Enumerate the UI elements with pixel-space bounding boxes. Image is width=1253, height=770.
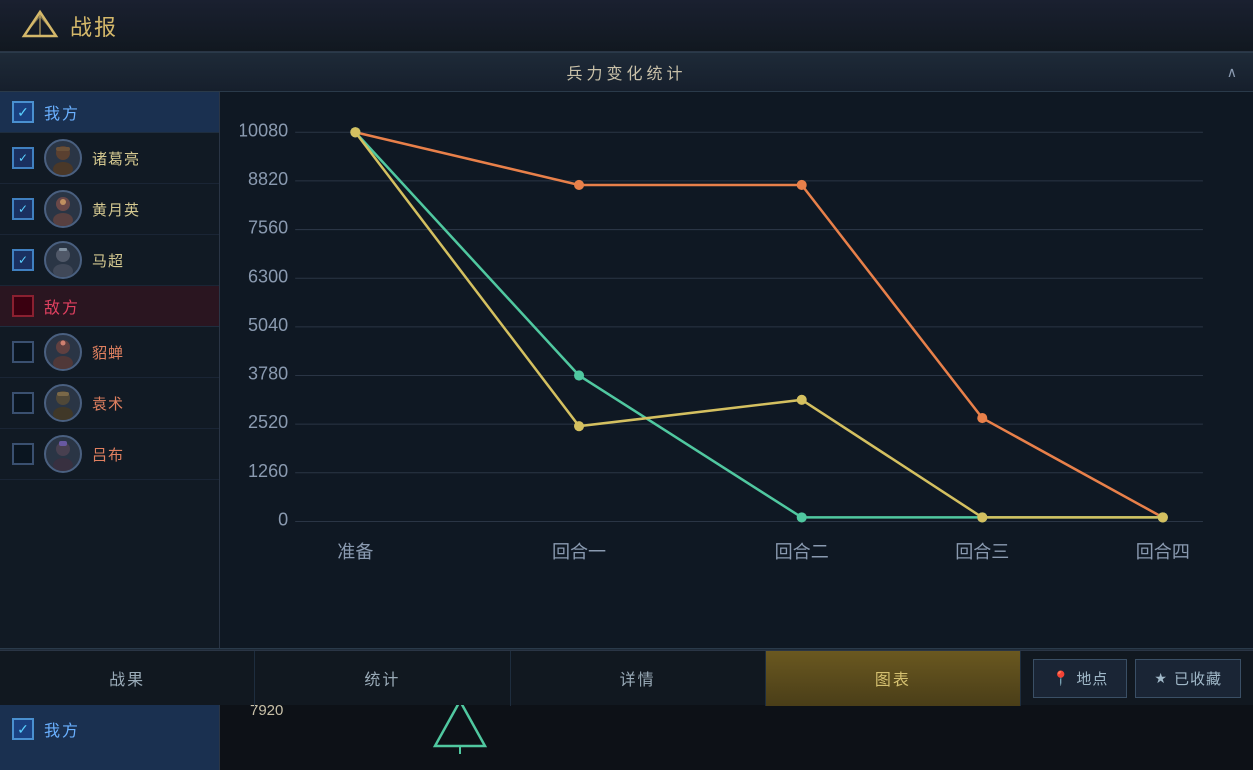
svg-text:5040: 5040: [248, 315, 288, 335]
avatar-diaocan: [44, 333, 82, 371]
char-row-machao[interactable]: 马超: [0, 235, 219, 286]
svg-text:回合一: 回合一: [552, 542, 606, 562]
svg-text:3780: 3780: [248, 363, 288, 383]
char-name-machao: 马超: [92, 250, 124, 271]
char-row-lvbu[interactable]: 吕布: [0, 429, 219, 480]
svg-text:2520: 2520: [248, 412, 288, 432]
avatar-huangyuying: [44, 190, 82, 228]
char-row-yuanshu[interactable]: 袁术: [0, 378, 219, 429]
char-name-huangyuying: 黄月英: [92, 199, 140, 220]
filter-panel: 我方 诸葛亮 黄月英 马超: [0, 92, 220, 648]
star-icon: ★: [1154, 670, 1168, 687]
tab-stats[interactable]: 统计: [255, 651, 510, 706]
logo-icon: [20, 8, 60, 44]
svg-text:1260: 1260: [248, 461, 288, 481]
char-checkbox-diaocan[interactable]: [12, 341, 34, 363]
avatar-lvbu: [44, 435, 82, 473]
svg-text:10080: 10080: [240, 120, 288, 140]
svg-text:回合四: 回合四: [1136, 542, 1190, 562]
enemy-team-header[interactable]: 敌方: [0, 286, 219, 327]
svg-text:7560: 7560: [248, 218, 288, 238]
svg-text:8820: 8820: [248, 169, 288, 189]
svg-text:准备: 准备: [337, 542, 373, 562]
avatar-yuanshu: [44, 384, 82, 422]
tab-details[interactable]: 详情: [511, 651, 766, 706]
char-checkbox-huangyuying[interactable]: [12, 198, 34, 220]
header: 战报: [0, 0, 1253, 52]
my-team-label: 我方: [44, 100, 80, 124]
char-checkbox-machao[interactable]: [12, 249, 34, 271]
damage-my-team-label: 我方: [44, 717, 80, 741]
troop-chart-section: 我方 诸葛亮 黄月英 马超: [0, 92, 1253, 648]
svg-text:回合三: 回合三: [955, 542, 1009, 562]
bookmark-button[interactable]: ★ 已收藏: [1135, 659, 1241, 698]
char-checkbox-zhuge[interactable]: [12, 147, 34, 169]
char-name-lvbu: 吕布: [92, 444, 124, 465]
main-content: 兵力变化统计 ∧ 我方 诸葛亮 黄月英: [0, 52, 1253, 650]
troop-change-header[interactable]: 兵力变化统计 ∧: [0, 52, 1253, 92]
char-name-diaocan: 貂蝉: [92, 342, 124, 363]
troop-change-collapse-icon[interactable]: ∧: [1227, 64, 1237, 81]
nav-action-buttons: 📍 地点 ★ 已收藏: [1021, 659, 1253, 698]
char-name-yuanshu: 袁术: [92, 393, 124, 414]
page-title: 战报: [70, 10, 118, 42]
char-checkbox-yuanshu[interactable]: [12, 392, 34, 414]
char-row-diaocan[interactable]: 貂蝉: [0, 327, 219, 378]
char-row-zhuge[interactable]: 诸葛亮: [0, 133, 219, 184]
enemy-team-label: 敌方: [44, 294, 80, 318]
char-checkbox-lvbu[interactable]: [12, 443, 34, 465]
svg-text:0: 0: [278, 509, 288, 529]
troop-chart-svg: 10080 8820 7560 6300 5040 3780 2520 1260…: [240, 112, 1223, 598]
my-team-header[interactable]: 我方: [0, 92, 219, 133]
troop-chart-area: 10080 8820 7560 6300 5040 3780 2520 1260…: [220, 92, 1253, 648]
my-team-checkbox[interactable]: [12, 101, 34, 123]
tab-results[interactable]: 战果: [0, 651, 255, 706]
damage-my-team-checkbox[interactable]: [12, 718, 34, 740]
troop-change-title: 兵力变化统计: [566, 60, 686, 84]
bottom-nav: 战果 统计 详情 图表 📍 地点 ★ 已收藏: [0, 650, 1253, 705]
tab-charts[interactable]: 图表: [766, 651, 1021, 706]
svg-text:回合二: 回合二: [775, 542, 829, 562]
avatar-zhuge: [44, 139, 82, 177]
svg-text:6300: 6300: [248, 266, 288, 286]
nav-tabs: 战果 统计 详情 图表: [0, 651, 1021, 706]
char-row-huangyuying[interactable]: 黄月英: [0, 184, 219, 235]
char-name-zhuge: 诸葛亮: [92, 148, 140, 169]
location-icon: 📍: [1052, 670, 1070, 687]
location-button[interactable]: 📍 地点: [1033, 659, 1127, 698]
avatar-machao: [44, 241, 82, 279]
enemy-team-checkbox[interactable]: [12, 295, 34, 317]
